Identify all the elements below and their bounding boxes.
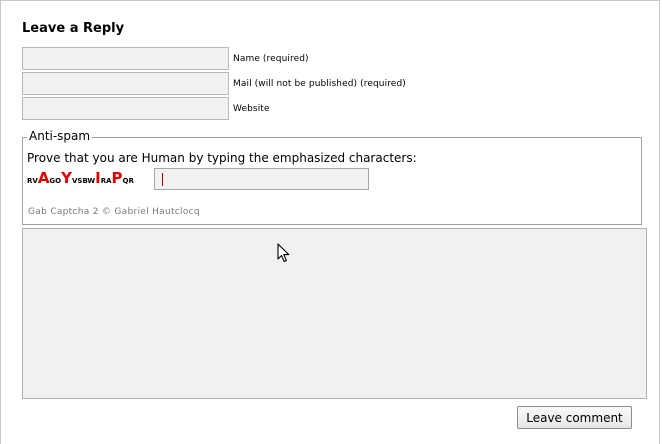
captcha-emphasized-char: A xyxy=(37,169,50,187)
captcha-code: RVAGOYVSBWIRAPQR xyxy=(27,170,134,190)
website-label: Website xyxy=(233,103,270,114)
captcha-credit: Gab Captcha 2 © Gabriel Hautclocq xyxy=(28,207,200,217)
captcha-filler-chars: VSBW xyxy=(72,177,96,185)
text-caret xyxy=(162,173,163,186)
captcha-instruction: Prove that you are Human by typing the e… xyxy=(27,151,417,165)
antispam-legend: Anti-spam xyxy=(27,128,93,144)
leave-comment-button[interactable]: Leave comment xyxy=(517,406,632,429)
name-label: Name (required) xyxy=(233,53,309,64)
captcha-filler-chars: GO xyxy=(49,177,62,185)
mouse-pointer-icon xyxy=(277,243,290,263)
captcha-emphasized-char: Y xyxy=(61,169,72,187)
captcha-input[interactable] xyxy=(154,168,369,190)
website-row: Website xyxy=(22,97,270,120)
mail-label: Mail (will not be published) (required) xyxy=(233,78,406,89)
mail-row: Mail (will not be published) (required) xyxy=(22,72,406,95)
captcha-filler-chars: RA xyxy=(100,177,112,185)
captcha-filler-chars: RV xyxy=(27,177,38,185)
comment-textarea[interactable] xyxy=(22,228,647,399)
name-row: Name (required) xyxy=(22,47,309,70)
name-input[interactable] xyxy=(22,47,229,70)
reply-heading: Leave a Reply xyxy=(22,21,125,36)
captcha-emphasized-char: P xyxy=(111,169,123,187)
website-input[interactable] xyxy=(22,97,229,120)
mail-input[interactable] xyxy=(22,72,229,95)
captcha-filler-chars: QR xyxy=(122,177,134,185)
